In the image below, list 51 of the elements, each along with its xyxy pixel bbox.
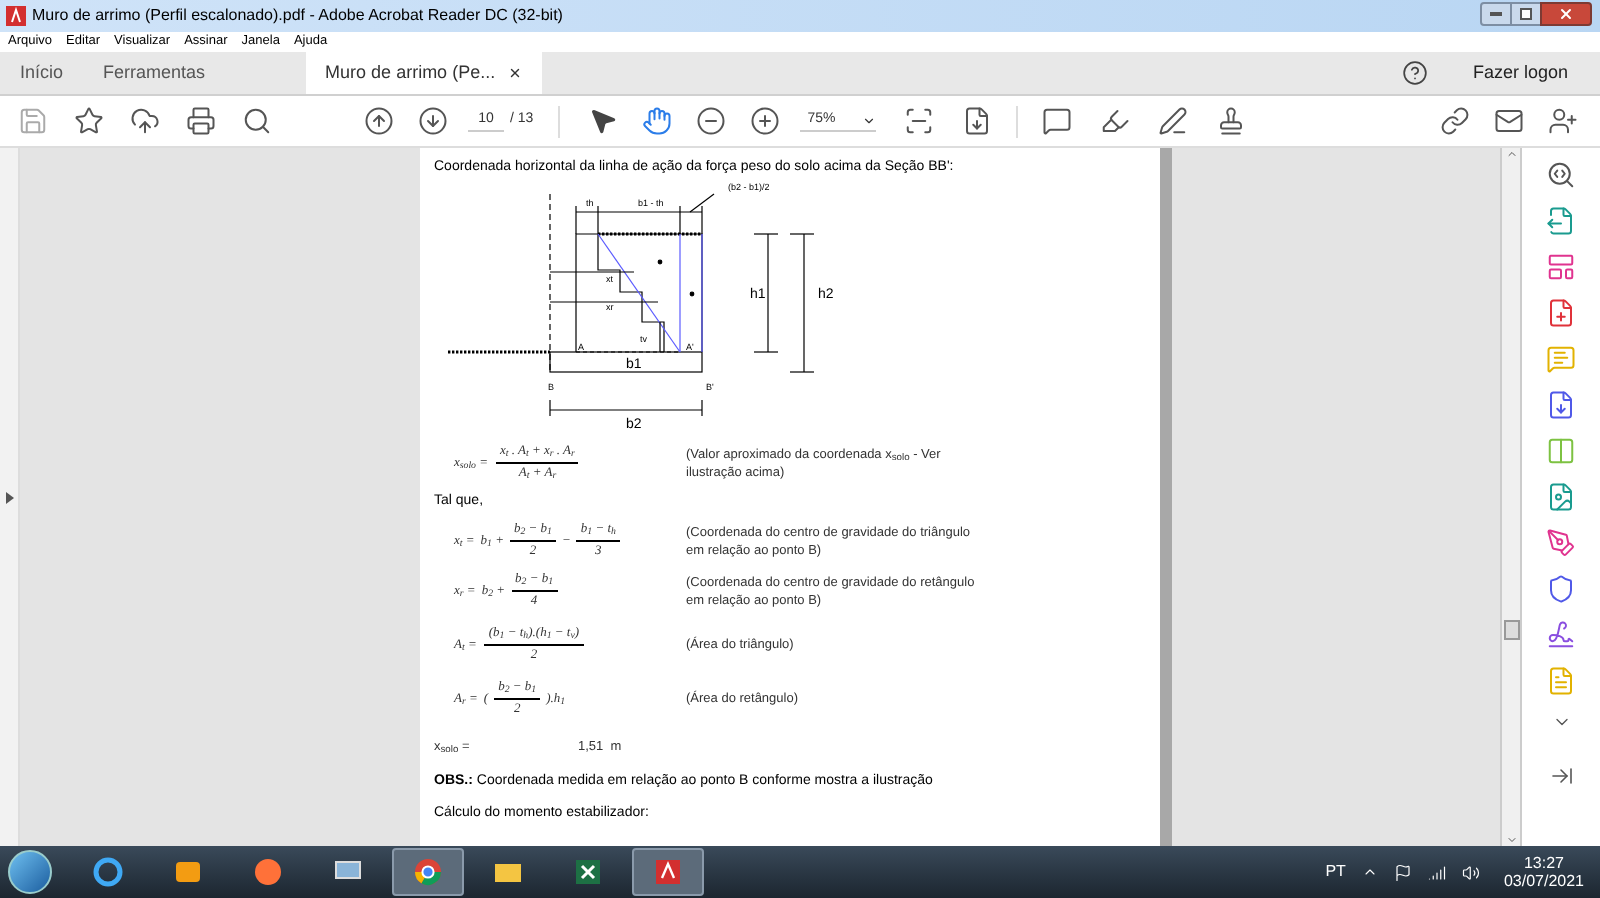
volume-icon[interactable] [1461,863,1480,881]
share-link-icon[interactable] [1440,106,1470,136]
export-pdf-icon[interactable] [1546,206,1576,236]
sign-in-link[interactable]: Fazer logon [1472,59,1568,87]
clock-date: 03/07/2021 [1503,872,1584,890]
app-icon [6,6,26,26]
highlight-icon[interactable] [1099,106,1130,136]
layout-icon[interactable] [1546,252,1576,282]
restore-button[interactable] [1512,2,1540,26]
comment-icon[interactable] [1041,106,1072,136]
next-page-icon[interactable] [418,106,448,136]
zoom-out-icon[interactable] [695,106,726,136]
clock-time: 13:27 [1523,854,1564,872]
search-icon[interactable] [242,106,272,136]
collapse-panel-icon[interactable] [1549,764,1573,788]
signature-icon[interactable] [1546,620,1576,650]
close-button[interactable] [1540,2,1592,26]
fill-sign-icon[interactable] [1546,528,1576,558]
minimize-button[interactable] [1480,2,1512,26]
tab[interactable]: Muro de arrimo (Pe... [305,52,542,94]
zoom-in-icon[interactable] [749,106,780,136]
stamp-icon[interactable] [1215,106,1246,136]
previous-page-icon[interactable] [364,106,394,136]
language-indicator[interactable]: PT [1325,860,1346,884]
sign-icon[interactable] [1157,106,1188,136]
protect-icon[interactable] [1546,574,1576,604]
mail-icon[interactable] [1494,106,1524,136]
flag-icon[interactable] [1393,863,1412,881]
close-icon [1558,6,1574,22]
cloud-upload-icon[interactable] [130,106,160,136]
expand-panel-icon[interactable] [5,491,13,503]
start-button[interactable] [8,850,52,894]
tray-expand-icon[interactable] [1361,864,1378,880]
tab[interactable]: Início [0,52,84,94]
star-icon[interactable] [74,106,104,136]
print-icon[interactable] [186,106,216,136]
hand-icon[interactable] [641,106,672,136]
close-tab-icon[interactable] [507,66,522,80]
help-icon[interactable] [1402,60,1429,86]
combine-files-icon[interactable] [1546,390,1576,420]
scrollbar[interactable] [1500,148,1522,846]
scroll-thumb[interactable] [1503,620,1519,640]
window-title: Muro de arrimo (Perfil escalonado).pdf - Adobe Acrobat Reader DC (32-bit) [32,4,563,28]
fit-page-icon[interactable] [903,106,934,136]
signal-icon[interactable] [1427,863,1446,881]
add-user-icon[interactable] [1548,106,1578,136]
scroll-mode-icon[interactable] [961,106,992,136]
pointer-icon[interactable] [587,106,618,136]
caret-icon [861,113,876,127]
create-pdf-icon[interactable] [1546,298,1576,328]
tab[interactable]: Ferramentas [83,52,226,94]
